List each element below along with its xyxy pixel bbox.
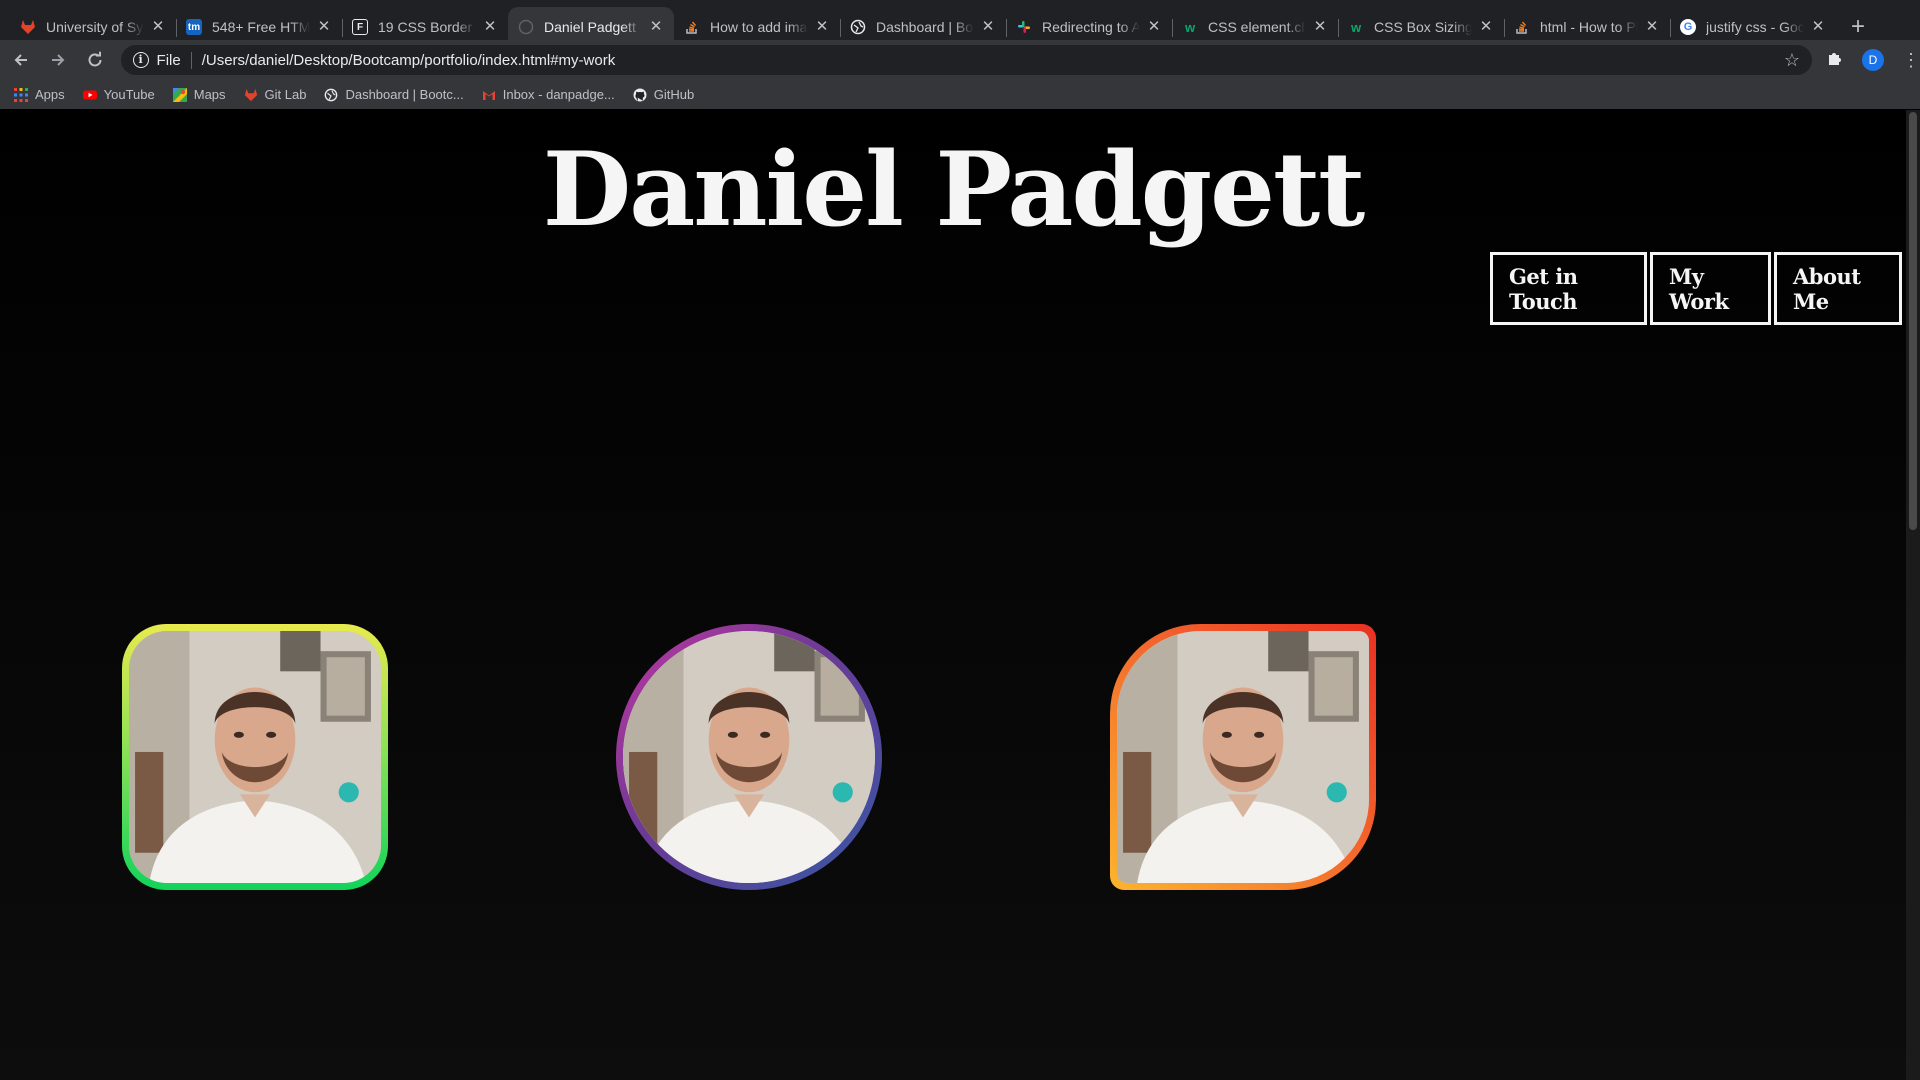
portrait-circle[interactable] — [616, 624, 882, 890]
reload-icon — [88, 51, 102, 67]
gitlab-icon — [244, 88, 258, 102]
stackoverflow-icon — [684, 19, 700, 35]
back-button[interactable] — [5, 44, 37, 76]
portrait-leaf[interactable] — [1110, 624, 1376, 890]
maps-icon — [172, 87, 187, 102]
tab-title: Daniel Padgett — [544, 19, 636, 35]
my-work-button[interactable]: My Work — [1650, 252, 1771, 325]
site-scheme-label: File — [157, 51, 192, 69]
tab-title: justify css - Google — [1706, 19, 1804, 35]
page-viewport: Daniel Padgett Get in Touch My Work Abou… — [0, 110, 1920, 1080]
bookmark-gitlab[interactable]: Git Lab — [244, 87, 307, 102]
close-icon[interactable]: ✕ — [150, 19, 166, 35]
globe-icon — [518, 19, 534, 35]
reload-button[interactable] — [79, 44, 111, 76]
f-icon: F — [352, 19, 368, 35]
apps-grid-icon — [14, 87, 28, 102]
close-icon[interactable]: ✕ — [316, 19, 332, 35]
tab-title: University of Sydney — [46, 19, 144, 35]
stackoverflow-icon — [1514, 19, 1530, 35]
close-icon[interactable]: ✕ — [648, 19, 664, 35]
gmail-icon — [482, 88, 496, 102]
address-bar[interactable]: i File /Users/daniel/Desktop/Bootcamp/po… — [120, 45, 1813, 75]
about-me-button[interactable]: About Me — [1774, 252, 1902, 325]
bookmark-apps[interactable]: Apps — [14, 87, 65, 102]
tab-title: CSS Box Sizing — [1374, 19, 1472, 35]
close-icon[interactable]: ✕ — [1312, 19, 1328, 35]
close-icon[interactable]: ✕ — [1644, 19, 1660, 35]
my-work-section — [0, 624, 1906, 890]
bookmark-inbox[interactable]: Inbox - danpadge... — [482, 87, 615, 102]
close-icon[interactable]: ✕ — [814, 19, 830, 35]
extensions-puzzle-icon[interactable] — [1826, 49, 1844, 72]
bookmark-label: GitHub — [653, 87, 695, 102]
profile-avatar[interactable]: D — [1862, 49, 1885, 71]
tab-title: Redirecting to Ask — [1042, 19, 1140, 35]
bookmark-label: Inbox - danpadge... — [502, 87, 615, 102]
tab-title: 548+ Free HTML Templates — [212, 19, 310, 35]
tab-title: How to add images — [710, 19, 808, 35]
portrait-rounded-square[interactable] — [122, 624, 388, 890]
globe-icon — [850, 19, 866, 35]
get-in-touch-button[interactable]: Get in Touch — [1490, 252, 1647, 325]
close-icon[interactable]: ✕ — [482, 19, 498, 35]
slack-icon — [1016, 19, 1032, 35]
tab-title: html - How to Place — [1540, 19, 1638, 35]
close-icon[interactable]: ✕ — [980, 19, 996, 35]
bookmark-label: Dashboard | Bootc... — [345, 87, 464, 102]
tab-title: 19 CSS Border Examples — [378, 19, 476, 35]
w3schools-icon: w — [1350, 19, 1362, 35]
scrollbar[interactable] — [1906, 110, 1920, 1080]
profile-photo — [1117, 631, 1369, 883]
page-title: Daniel Padgett — [542, 130, 1365, 250]
arrow-left-icon — [14, 54, 27, 66]
profile-photo — [623, 631, 875, 883]
bookmark-label: Apps — [35, 87, 65, 102]
gitlab-icon — [20, 19, 36, 35]
close-icon[interactable]: ✕ — [1810, 19, 1826, 35]
scrollbar-thumb[interactable] — [1909, 112, 1917, 530]
bookmark-label: Git Lab — [264, 87, 307, 102]
close-icon[interactable]: ✕ — [1478, 19, 1494, 35]
bookmark-label: YouTube — [103, 87, 155, 102]
close-icon[interactable]: ✕ — [1146, 19, 1162, 35]
tab-title: CSS element.class — [1208, 19, 1306, 35]
bookmark-label: Maps — [193, 87, 226, 102]
profile-photo — [129, 631, 381, 883]
github-icon — [633, 88, 647, 102]
youtube-icon — [82, 88, 97, 102]
tab-title: Dashboard | Bootcamp — [876, 19, 974, 35]
menu-kebab-icon[interactable]: ⋮ — [1902, 50, 1920, 71]
tm-icon: tm — [186, 19, 202, 35]
info-icon[interactable]: i — [132, 52, 149, 68]
bookmark-star-icon[interactable]: ☆ — [1784, 50, 1800, 71]
browser-toolbar: i File /Users/daniel/Desktop/Bootcamp/po… — [0, 40, 1920, 80]
arrow-right-icon — [51, 54, 65, 66]
url-text[interactable]: /Users/daniel/Desktop/Bootcamp/portfolio… — [202, 52, 1784, 69]
forward-button[interactable] — [42, 44, 74, 76]
bookmark-youtube[interactable]: YouTube — [82, 87, 155, 102]
bookmark-dashboard[interactable]: Dashboard | Bootc... — [324, 87, 464, 102]
bookmarks-bar: Apps YouTube Maps Git Lab Dashboard | Bo… — [0, 80, 1920, 110]
w3schools-icon: w — [1184, 19, 1196, 35]
google-icon: G — [1680, 19, 1696, 35]
bookmark-github[interactable]: GitHub — [633, 87, 694, 102]
bookmark-maps[interactable]: Maps — [172, 87, 226, 102]
main-nav: Get in Touch My Work About Me — [1490, 252, 1902, 325]
globe-icon — [324, 88, 338, 102]
